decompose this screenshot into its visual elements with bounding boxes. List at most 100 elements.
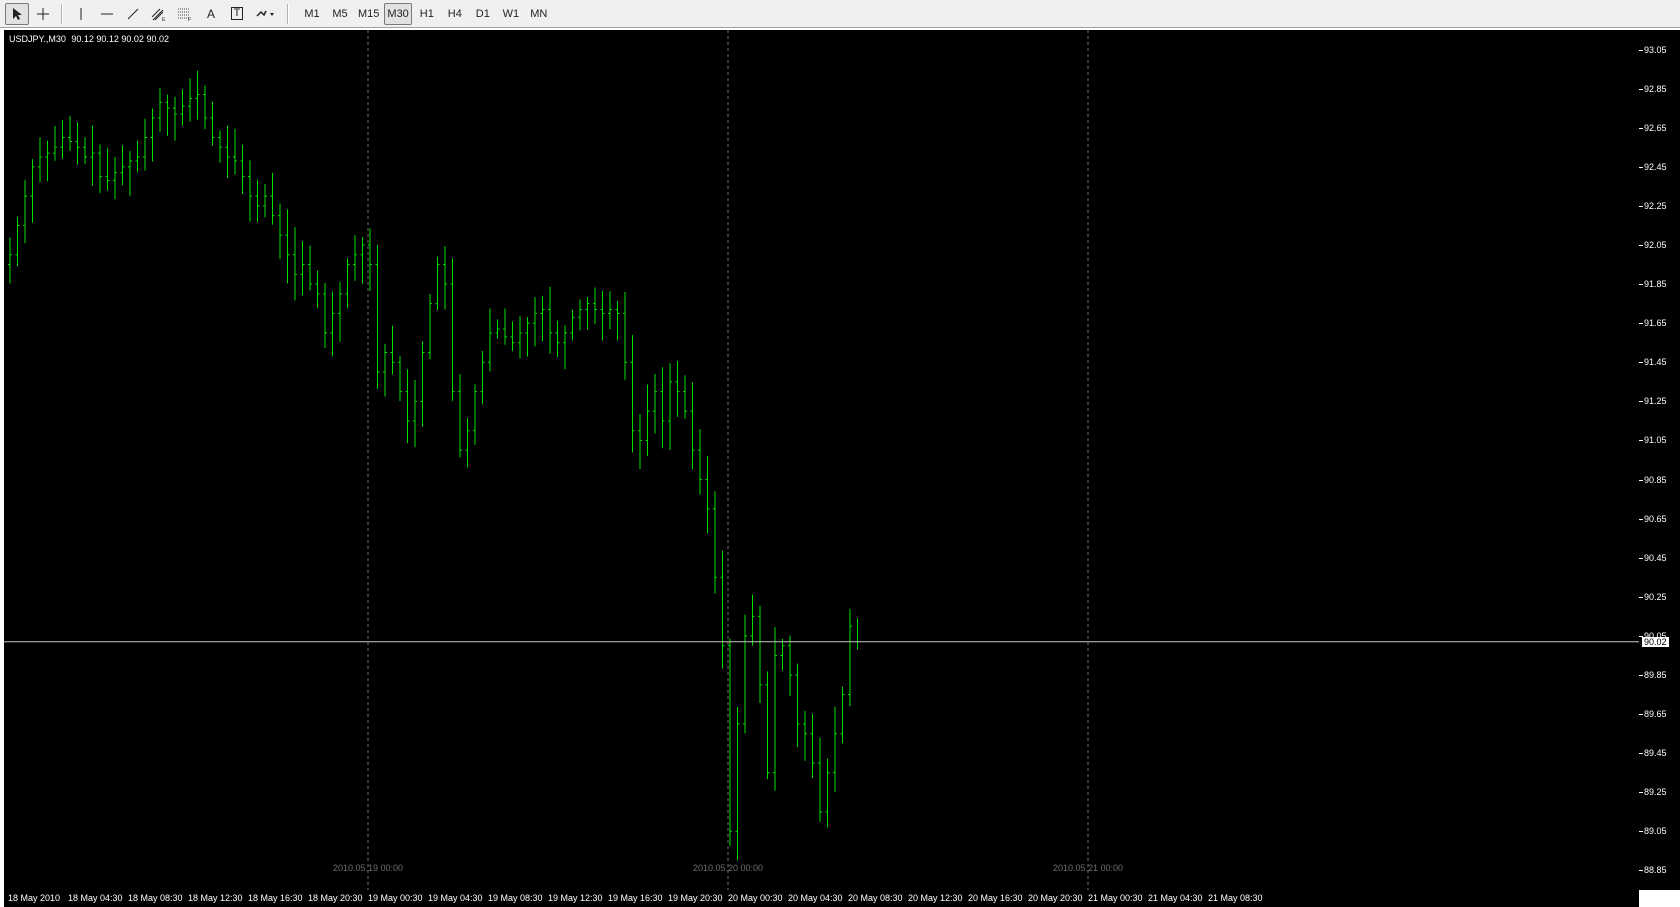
price-tick-mark [1639, 675, 1643, 676]
cursor-icon[interactable] [5, 2, 29, 25]
timeframe-m1-button[interactable]: M1 [299, 3, 325, 25]
ohlc-bar [60, 119, 65, 159]
ohlc-bar [368, 228, 372, 291]
ohlc-bar [240, 144, 245, 195]
trendline-icon[interactable] [121, 3, 145, 25]
ohlc-bar [480, 351, 485, 405]
price-tick-label: 92.85 [1644, 83, 1667, 94]
timeframe-d1-button[interactable]: D1 [470, 3, 496, 25]
ohlc-bar [53, 125, 57, 161]
time-tick-label: 20 May 04:30 [788, 893, 843, 903]
price-tick-label: 91.25 [1644, 396, 1667, 407]
time-tick-label: 19 May 20:30 [668, 893, 723, 903]
ohlc-bar [300, 241, 305, 296]
price-tick-mark [1639, 284, 1643, 286]
ohlc-bar [818, 737, 822, 822]
time-axis[interactable]: 18 May 2010 18 May 04:30 18 May 08:30 18 Ma… [4, 890, 1639, 907]
chart-area[interactable]: USDJPY.,M30 90.12 90.12 90.02 90.02 2010… [4, 30, 1639, 890]
ohlc-bar [443, 246, 447, 310]
fibonacci-icon[interactable]: F [173, 3, 197, 25]
horizontal-line-icon[interactable] [95, 3, 119, 25]
text-icon[interactable]: A [199, 3, 223, 25]
ohlc-bar [188, 78, 192, 122]
ohlc-bar [840, 686, 845, 744]
ohlc-bar [585, 297, 590, 330]
price-tick-mark [1639, 127, 1643, 129]
price-tick-label: 89.25 [1644, 787, 1667, 798]
price-tick-label: 91.85 [1644, 279, 1667, 290]
price-tick-label: 89.05 [1644, 826, 1667, 837]
symbol-name: USDJPY.,M30 [9, 34, 66, 44]
timeframe-m30-button[interactable]: M30 [384, 2, 412, 25]
price-tick-mark [1639, 557, 1643, 559]
ohlc-bar [285, 209, 290, 284]
arrows-icon[interactable] [251, 3, 281, 25]
timeframe-h4-button[interactable]: H4 [442, 3, 468, 25]
ohlc-bar [857, 618, 860, 650]
ohlc-bar [615, 300, 620, 341]
ohlc-bar [645, 384, 650, 457]
ohlc-bar [338, 281, 342, 342]
time-tick-label: 21 May 08:30 [1208, 893, 1263, 903]
time-tick-label: 19 May 16:30 [608, 893, 663, 903]
ohlc-bar [713, 491, 717, 594]
ohlc-bar [263, 184, 267, 218]
ohlc-bar [705, 456, 710, 534]
equidistant-channel-icon[interactable]: E [147, 3, 171, 25]
price-tick-label: 89.45 [1644, 748, 1667, 759]
timeframe-mn-button[interactable]: MN [526, 3, 552, 25]
crosshair-icon[interactable] [31, 3, 55, 25]
day-separator-label: 2010.05.20 00:00 [692, 863, 764, 873]
ohlc-bar [315, 270, 320, 309]
time-tick-label: 20 May 00:30 [728, 893, 783, 903]
ohlc-bar [465, 418, 470, 468]
price-axis[interactable]: 93.05 92.85 92.65 92.45 92.25 92.05 91.85 91.65… [1639, 30, 1680, 890]
ohlc-bar [23, 179, 27, 244]
ohlc-bar [255, 179, 260, 223]
time-tick-label: 20 May 12:30 [908, 893, 963, 903]
ohlc-bar [578, 299, 582, 331]
ohlc-bar [600, 290, 605, 341]
time-tick-label: 18 May 08:30 [128, 893, 183, 903]
time-tick-label: 19 May 00:30 [368, 893, 423, 903]
svg-text:E: E [162, 17, 166, 21]
price-tick-label: 92.65 [1644, 122, 1667, 133]
ohlc-bar [773, 627, 777, 791]
ohlc-bar [525, 317, 530, 357]
ohlc-bar [735, 707, 740, 861]
price-tick-label: 93.05 [1644, 44, 1667, 55]
price-tick-label: 90.85 [1644, 474, 1667, 485]
chart-window: USDJPY.,M30 90.12 90.12 90.02 90.02 2010… [0, 28, 1680, 907]
ohlc-bar [233, 128, 237, 175]
ohlc-bar [270, 172, 275, 225]
timeframe-h1-button[interactable]: H1 [414, 3, 440, 25]
time-tick-label: 18 May 2010 [8, 893, 61, 903]
ohlc-bar [143, 118, 147, 171]
ohlc-bar [38, 137, 42, 183]
ohlc-bar [398, 355, 402, 402]
price-tick-mark [1639, 49, 1643, 51]
ohlc-bar [293, 227, 297, 301]
ohlc-bar [98, 144, 102, 193]
ohlc-bar [45, 140, 50, 182]
ohlc-bar [765, 671, 770, 780]
ohlc-bar [630, 335, 635, 453]
day-separator-label: 2010.05.21 00:00 [1052, 863, 1124, 873]
time-tick-label: 21 May 04:30 [1148, 893, 1203, 903]
ohlc-bar [825, 758, 830, 828]
price-tick-label: 91.65 [1644, 318, 1667, 329]
ohlc-bar [495, 319, 500, 339]
ohlc-bar [210, 101, 215, 146]
timeframe-w1-button[interactable]: W1 [498, 3, 524, 25]
ohlc-bar [518, 315, 522, 359]
ohlc-bar [330, 291, 335, 357]
timeframe-m15-button[interactable]: M15 [355, 3, 382, 25]
ohlc-chart [4, 30, 1639, 890]
text-label-icon[interactable]: T [225, 3, 249, 25]
ohlc-bar [668, 363, 672, 450]
time-tick-label: 18 May 16:30 [248, 893, 303, 903]
timeframe-m5-button[interactable]: M5 [327, 3, 353, 25]
ohlc-bar [218, 130, 222, 163]
ohlc-bar [128, 151, 132, 196]
vertical-line-icon[interactable] [69, 3, 93, 25]
